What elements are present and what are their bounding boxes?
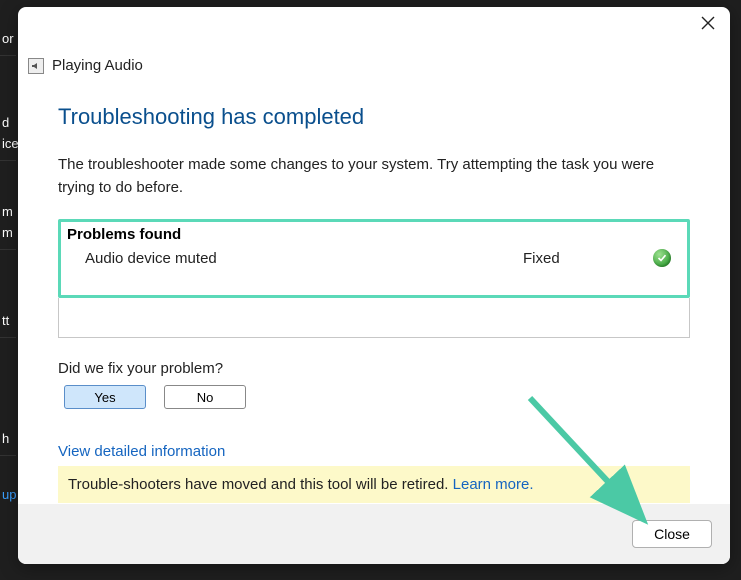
close-button[interactable]: Close — [632, 520, 712, 548]
problems-found-section: Problems found Audio device muted Fixed — [58, 219, 690, 298]
problems-header: Problems found — [67, 226, 681, 243]
troubleshooter-dialog: Playing Audio Troubleshooting has comple… — [18, 7, 730, 564]
description-text: The troubleshooter made some changes to … — [58, 154, 690, 199]
titlebar: Playing Audio — [18, 7, 730, 80]
feedback-buttons: Yes No — [58, 385, 690, 409]
close-icon[interactable] — [700, 15, 716, 34]
view-detailed-link[interactable]: View detailed information — [58, 443, 690, 460]
empty-box-area — [58, 298, 690, 338]
dialog-title: Playing Audio — [52, 57, 143, 74]
dialog-footer: Close — [18, 504, 730, 564]
check-icon — [653, 249, 671, 267]
no-button[interactable]: No — [164, 385, 246, 409]
dialog-content: Troubleshooting has completed The troubl… — [18, 80, 730, 504]
yes-button[interactable]: Yes — [64, 385, 146, 409]
deprecation-banner: Trouble-shooters have moved and this too… — [58, 466, 690, 503]
problem-status: Fixed — [523, 250, 653, 267]
page-heading: Troubleshooting has completed — [58, 104, 690, 130]
audio-icon — [28, 58, 44, 74]
problem-name: Audio device muted — [85, 250, 523, 267]
learn-more-link[interactable]: Learn more. — [453, 476, 534, 493]
problem-row: Audio device muted Fixed — [67, 243, 681, 267]
banner-text: Trouble-shooters have moved and this too… — [68, 476, 453, 493]
did-we-fix-label: Did we fix your problem? — [58, 360, 690, 377]
